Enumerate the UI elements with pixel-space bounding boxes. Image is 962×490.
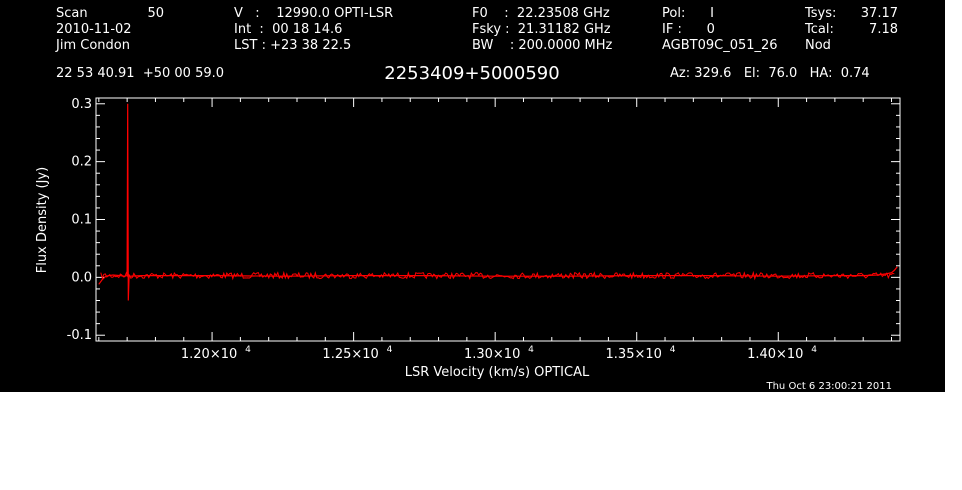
x-axis-label: LSR Velocity (km/s) OPTICAL xyxy=(405,365,590,380)
x-tick-exponent: 4 xyxy=(245,345,251,355)
x-tick-label: 1.30×10 xyxy=(464,347,520,362)
x-tick-label: 1.35×10 xyxy=(606,347,662,362)
y-tick-label: 0.0 xyxy=(71,270,92,285)
axes-layer xyxy=(95,97,901,342)
x-tick-exponent: 4 xyxy=(811,345,817,355)
y-axis-label: Flux Density (Jy) xyxy=(35,167,50,273)
ticks-layer: 0.3 0.2 0.1 0.0 -0.1 1.20×10 4 1.25×10 4 1.30×10 4… xyxy=(67,97,900,362)
y-tick-label: 0.1 xyxy=(71,213,92,228)
x-tick-label: 1.40×10 xyxy=(747,347,803,362)
x-tick-label: 1.20×10 xyxy=(181,347,237,362)
plot-frame xyxy=(95,97,901,342)
x-tick-label: 1.25×10 xyxy=(322,347,378,362)
y-tick-label: 0.3 xyxy=(71,97,92,112)
x-tick-exponent: 4 xyxy=(528,345,534,355)
y-tick-label: -0.1 xyxy=(67,328,92,343)
y-tick-label: 0.2 xyxy=(71,155,92,170)
chart-title: 2253409+5000590 xyxy=(384,63,559,84)
series-layer xyxy=(98,103,898,301)
plot-timestamp: Thu Oct 6 23:00:21 2011 xyxy=(765,381,892,392)
x-tick-exponent: 4 xyxy=(670,345,676,355)
plot-panel: Scan 50 2010-11-02 Jim Condon 22 53 40.9… xyxy=(0,0,945,392)
x-tick-exponent: 4 xyxy=(387,345,393,355)
spectrum-line-0 xyxy=(98,103,898,301)
spectrum-chart: 2253409+5000590 0.3 0.2 0.1 0.0 -0.1 1.20×10 4… xyxy=(35,63,901,392)
